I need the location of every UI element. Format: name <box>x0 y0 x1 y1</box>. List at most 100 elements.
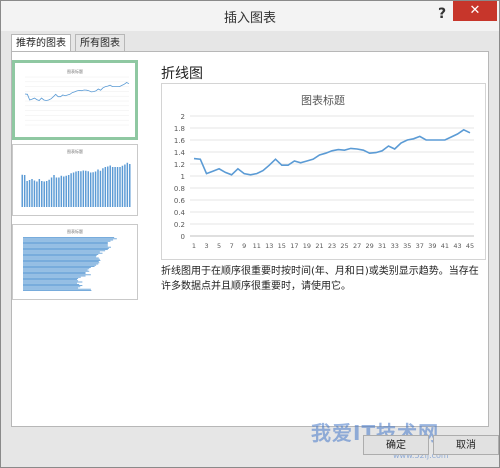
thumbnail-column-chart[interactable]: 图表标题 <box>12 144 138 216</box>
thumbnail-bar <box>23 273 86 275</box>
dialog-title: 插入图表 <box>223 11 276 26</box>
thumbnail-bar <box>23 280 79 282</box>
thumbnail-column <box>104 167 107 207</box>
thumbnail-column <box>26 181 28 207</box>
thumbnail-column-svg: 图表标题 <box>21 148 131 207</box>
x-tick-label: 11 <box>253 242 261 250</box>
thumbnail-bar <box>23 237 115 239</box>
ok-button[interactable]: 确定 <box>363 435 429 455</box>
y-tick-label: 1.6 <box>174 137 186 145</box>
y-tick-label: 0.6 <box>174 197 186 205</box>
thumbnail-bar-svg: 图表标题 <box>23 228 117 291</box>
thumbnail-column <box>114 167 116 207</box>
thumbnail-column <box>58 177 60 207</box>
thumbnail-column <box>36 181 38 207</box>
thumbnail-bar <box>23 252 103 254</box>
x-tick-label: 45 <box>466 242 474 250</box>
x-tick-label: 19 <box>303 242 311 250</box>
thumbnail-column <box>70 173 72 207</box>
thumbnail-bar <box>23 257 99 259</box>
thumbnail-column <box>85 170 87 207</box>
thumbnail-bar <box>23 274 91 276</box>
chart-title: 图表标题 <box>301 93 345 107</box>
thumbnail-bar <box>23 243 108 245</box>
x-tick-label: 33 <box>391 242 399 250</box>
thumbnail-column <box>75 171 77 207</box>
x-tick-label: 29 <box>365 242 373 250</box>
thumbnail-bar <box>23 240 111 242</box>
title-bar: 插入图表 ? ✕ <box>1 1 499 31</box>
thumbnail-column <box>23 175 26 207</box>
thumbnail-bar <box>23 281 83 283</box>
thumbnail-bar <box>23 253 99 255</box>
thumbnail-bar <box>23 267 91 269</box>
thumbnail-column <box>89 172 92 207</box>
thumbnail-column <box>72 172 75 207</box>
thumbnail-column <box>94 171 97 207</box>
thumbnail-bar <box>23 256 97 258</box>
thumbnail-column <box>111 167 114 207</box>
thumbnail-column <box>60 175 63 207</box>
thumbnail-column <box>77 171 80 207</box>
thumbnail-column <box>41 181 43 207</box>
x-tick-label: 21 <box>315 242 323 250</box>
chart-preview: 图表标题 0 0.2 0.4 0.6 0.8 1 1.2 1.4 1.6 1.8 2 1 3 5 7 9 11… <box>161 83 486 260</box>
thumbnail-column <box>43 181 45 207</box>
thumbnail-bar <box>23 279 78 281</box>
x-tick-label: 15 <box>278 242 286 250</box>
x-tick-label: 3 <box>204 242 208 250</box>
chart-type-name: 折线图 <box>161 66 203 82</box>
x-tick-label: 1 <box>192 242 196 250</box>
thumbnail-column <box>50 177 53 207</box>
thumbnail-bar <box>23 238 117 240</box>
x-tick-label: 41 <box>441 242 449 250</box>
thumbnail-bar <box>23 250 106 252</box>
thumbnail-column <box>107 166 109 207</box>
thumbnail-bar <box>23 247 109 249</box>
thumbnail-column <box>28 180 31 207</box>
line-chart: 图表标题 00.20.40.60.811.21.41.61.82 1 3 5 7 9 11… <box>174 93 474 250</box>
help-button[interactable]: ? <box>433 5 451 23</box>
x-tick-label: 27 <box>353 242 361 250</box>
thumbnail-column <box>80 171 82 207</box>
thumbnail-bar <box>23 245 108 247</box>
thumbnail-column <box>124 164 126 207</box>
thumbnail-column <box>65 175 67 207</box>
thumbnail-bar <box>23 288 91 290</box>
thumbnail-column <box>38 179 41 207</box>
thumbnail-column <box>121 165 124 207</box>
thumbnail-bar <box>23 268 90 270</box>
tab-all-charts[interactable]: 所有图表 <box>75 34 125 52</box>
thumbnail-bar-chart[interactable]: 图表标题 <box>12 224 138 300</box>
thumbnail-title: 图表标题 <box>67 228 83 234</box>
x-tick-label: 39 <box>428 242 436 250</box>
thumbnail-bar <box>23 239 114 241</box>
thumbnail-column <box>63 176 65 207</box>
thumbnail-column <box>109 165 111 207</box>
x-tick-label: 5 <box>217 242 221 250</box>
thumbnail-column <box>55 177 58 207</box>
thumbnail-column <box>99 170 102 207</box>
y-tick-label: 1 <box>181 173 185 181</box>
thumbnail-column <box>45 181 48 207</box>
x-tick-label: 43 <box>453 242 461 250</box>
y-tick-label: 0 <box>181 233 185 241</box>
insert-chart-dialog: 插入图表 ? ✕ 推荐的图表 所有图表 图表标题 图表标题 图表标题 折线图 图… <box>0 0 500 468</box>
thumbnail-bar <box>23 249 108 251</box>
thumbnail-column <box>67 175 70 207</box>
close-icon: ✕ <box>469 3 481 18</box>
cancel-button[interactable]: 取消 <box>433 435 499 455</box>
y-tick-label: 0.8 <box>174 185 185 193</box>
thumbnail-bar <box>23 244 108 246</box>
thumbnail-column <box>33 180 36 207</box>
y-tick-label: 1.4 <box>174 149 186 157</box>
y-tick-label: 1.8 <box>174 125 185 133</box>
x-tick-label: 31 <box>378 242 386 250</box>
x-tick-label: 7 <box>230 242 234 250</box>
x-tick-label: 17 <box>290 242 298 250</box>
close-button[interactable]: ✕ <box>453 1 497 21</box>
thumbnail-bar <box>23 276 81 278</box>
thumbnail-line-chart[interactable]: 图表标题 <box>12 60 138 140</box>
y-tick-label: 0.2 <box>174 221 185 229</box>
thumbnail-bar <box>23 258 100 260</box>
